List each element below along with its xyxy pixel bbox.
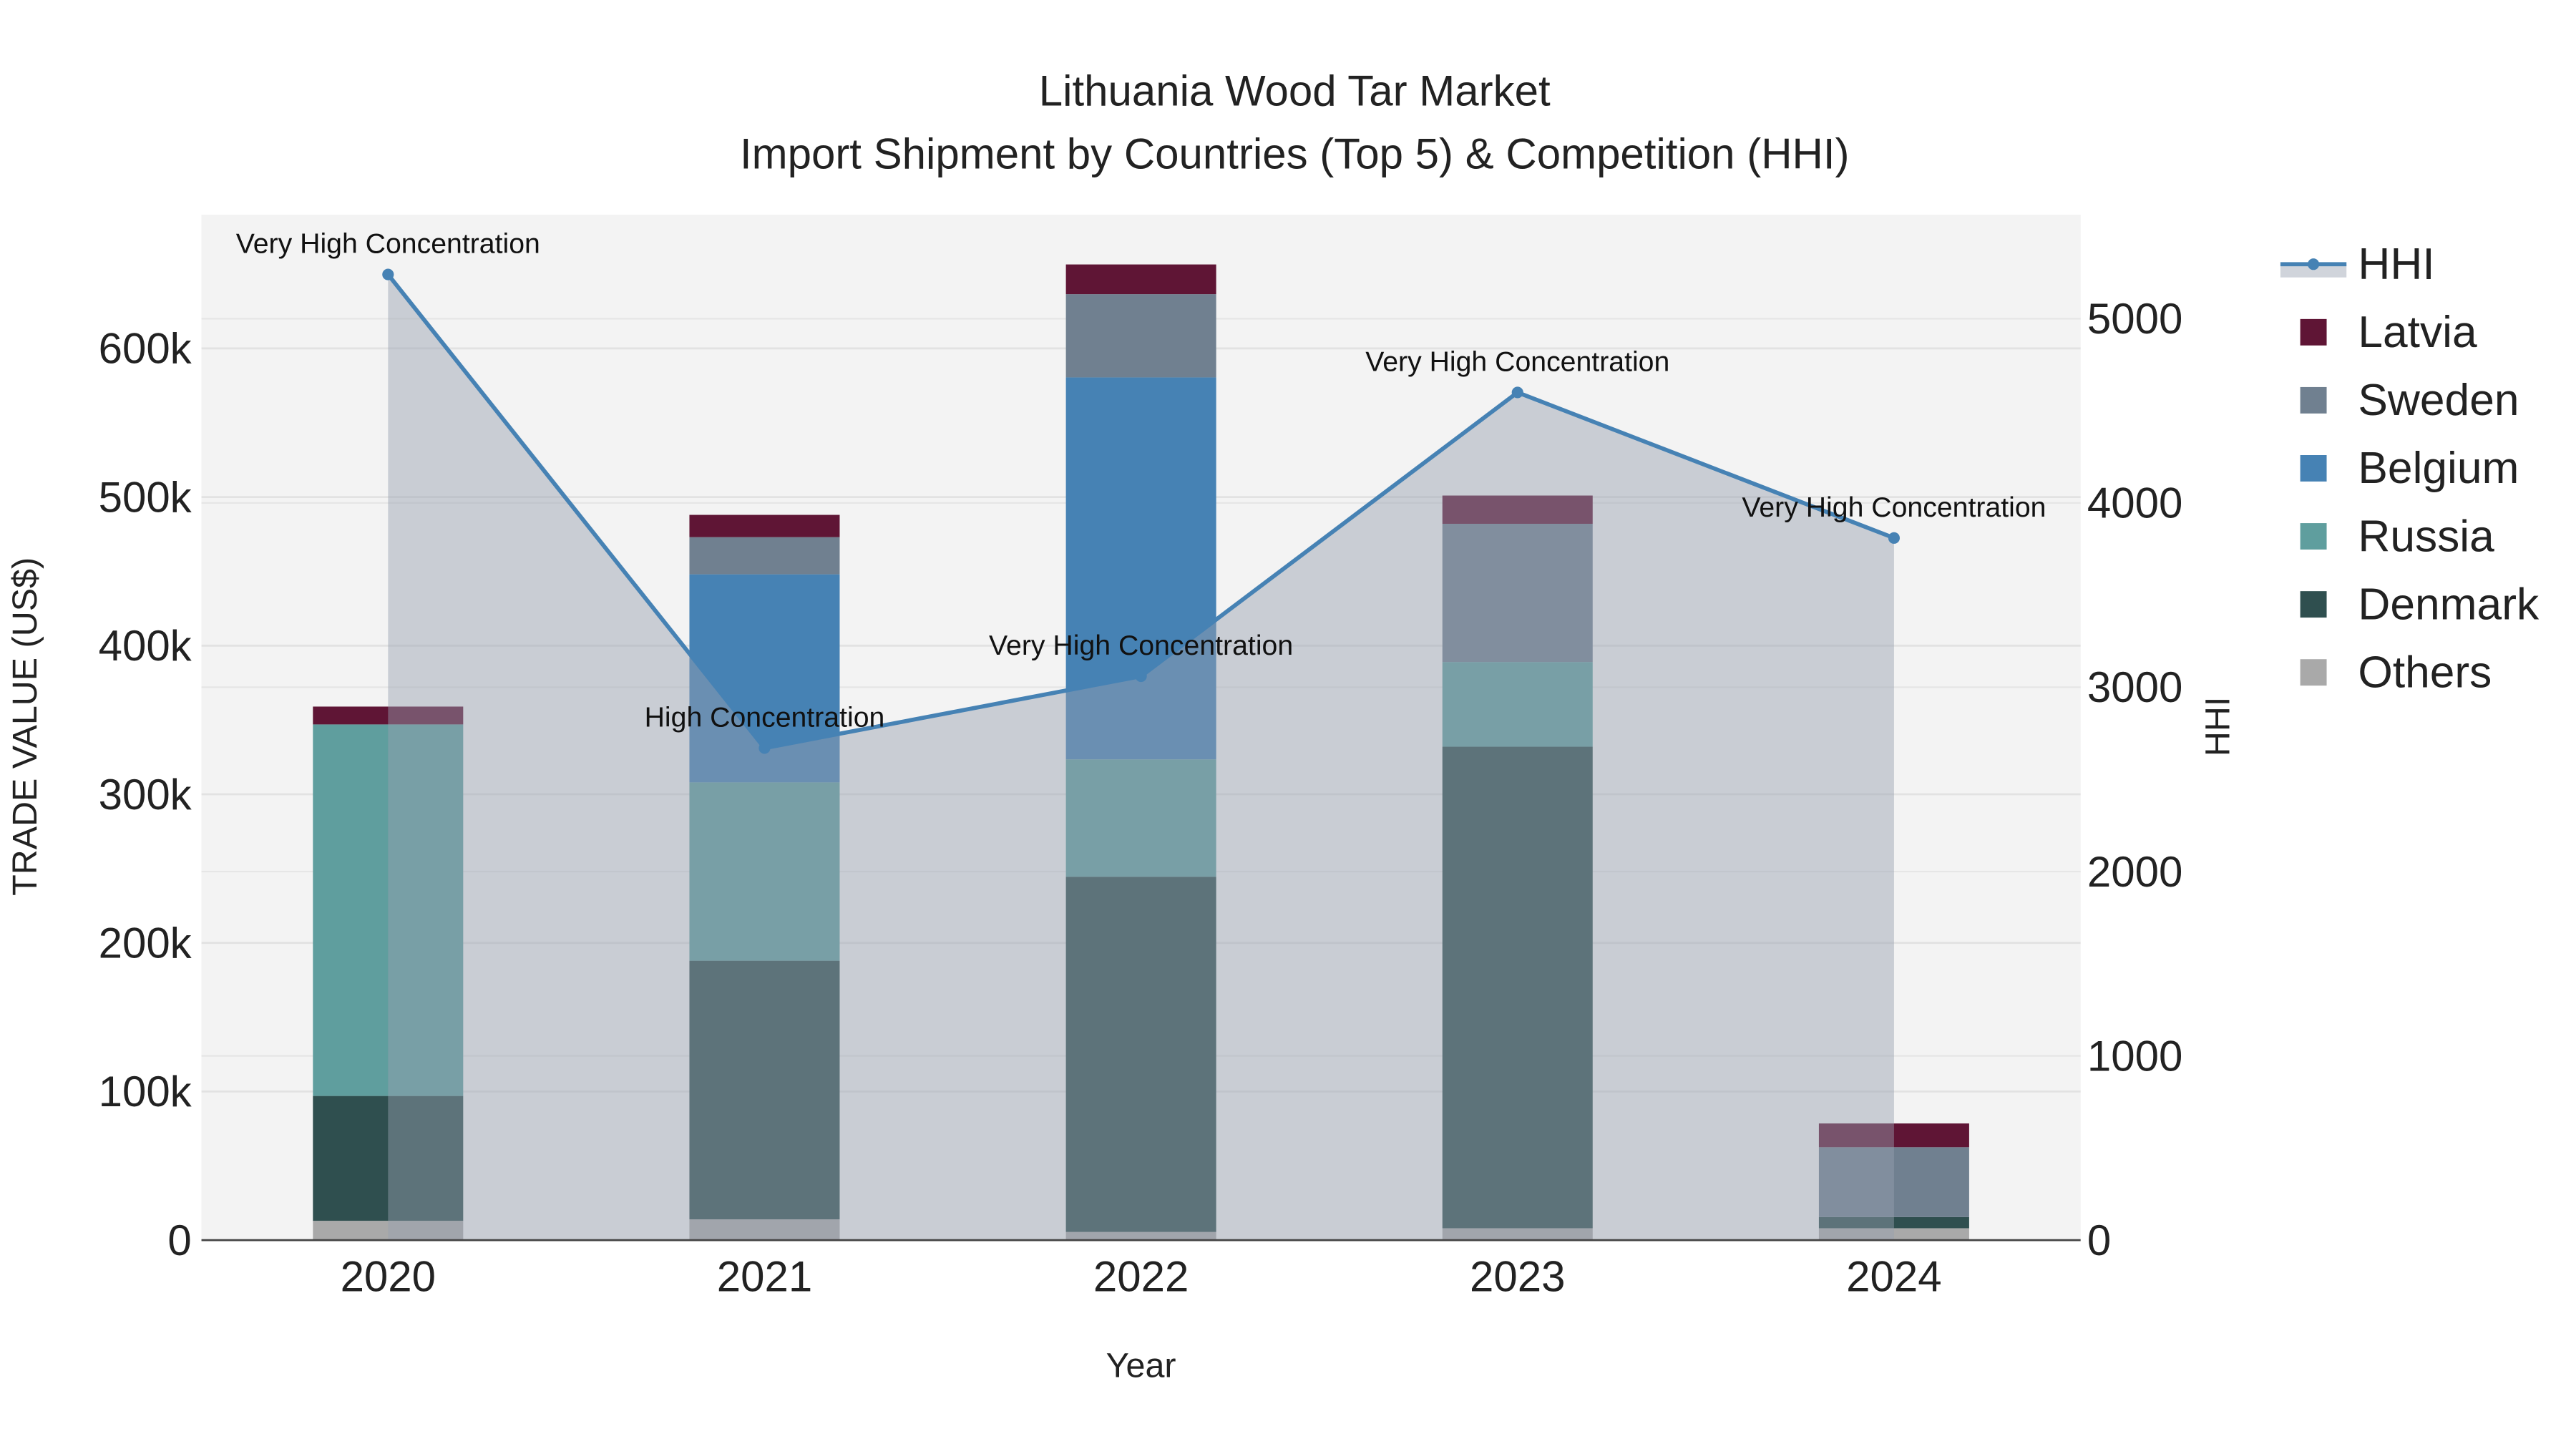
legend-swatch-sweden[interactable] (2300, 386, 2327, 414)
hhi-annotation: High Concentration (645, 701, 885, 733)
x-tick-label: 2021 (717, 1253, 812, 1301)
hhi-annotation: Very High Concentration (1365, 346, 1669, 377)
legend-label-denmark[interactable]: Denmark (2358, 580, 2540, 629)
chart-title: Lithuania Wood Tar Market (1039, 67, 1551, 115)
y-tick-label: 100k (99, 1068, 192, 1116)
y-tick-label: 0 (167, 1216, 191, 1264)
legend-hhi-marker (2308, 258, 2320, 270)
y2-tick-label: 5000 (2087, 295, 2182, 343)
legend-label-sweden[interactable]: Sweden (2358, 376, 2519, 425)
legend-label-others[interactable]: Others (2358, 648, 2492, 697)
y2-tick-label: 3000 (2087, 663, 2182, 711)
x-tick-label: 2023 (1470, 1253, 1565, 1301)
chart-subtitle: Import Shipment by Countries (Top 5) & C… (740, 130, 1850, 177)
legend-swatch-others[interactable] (2300, 659, 2327, 686)
y-axis-ticks: 0 100k 200k 300k 400k 500k 600k (99, 325, 192, 1264)
y-tick-label: 300k (99, 771, 192, 819)
y2-axis-ticks: 0 1000 2000 3000 4000 5000 (2087, 295, 2182, 1264)
x-tick-label: 2020 (341, 1253, 436, 1301)
x-axis-label: Year (1106, 1347, 1176, 1385)
legend-label-belgium[interactable]: Belgium (2358, 444, 2519, 493)
y2-tick-label: 4000 (2087, 479, 2182, 527)
hhi-point-2022[interactable] (1135, 670, 1147, 683)
hhi-point-2023[interactable] (1511, 386, 1523, 399)
x-tick-label: 2024 (1846, 1253, 1941, 1301)
legend-swatch-russia[interactable] (2300, 523, 2327, 550)
legend-label-latvia[interactable]: Latvia (2358, 308, 2477, 357)
hhi-annotation: Very High Concentration (236, 228, 540, 260)
chart: 0 100k 200k 300k 400k 500k 600k 0 1000 2000 3000 4… (6, 67, 2540, 1385)
bar-sweden-2021[interactable] (689, 537, 840, 575)
legend-label-hhi[interactable]: HHI (2358, 240, 2434, 289)
y2-tick-label: 1000 (2087, 1032, 2182, 1080)
x-tick-label: 2022 (1093, 1253, 1189, 1301)
bar-sweden-2022[interactable] (1065, 294, 1216, 378)
bar-latvia-2022[interactable] (1065, 264, 1216, 295)
y2-tick-label: 0 (2087, 1216, 2111, 1264)
hhi-point-2024[interactable] (1888, 532, 1900, 544)
hhi-point-2021[interactable] (758, 742, 771, 754)
legend-swatch-belgium[interactable] (2300, 455, 2327, 482)
y2-axis-label: HHI (2198, 697, 2237, 756)
legend: HHI Latvia Sweden Belgium Russia Denmark Other… (2280, 240, 2540, 697)
y-axis-label: TRADE VALUE (US$) (6, 557, 44, 896)
hhi-point-2020[interactable] (382, 268, 394, 280)
y-tick-label: 200k (99, 919, 192, 967)
legend-swatch-denmark[interactable] (2300, 591, 2327, 618)
x-axis-ticks: 2020 2021 2022 2023 2024 (341, 1253, 1942, 1301)
hhi-annotation: Very High Concentration (1742, 492, 2046, 523)
bar-latvia-2021[interactable] (689, 514, 840, 537)
hhi-annotation: Very High Concentration (989, 630, 1293, 661)
y-tick-label: 500k (99, 473, 192, 521)
legend-swatch-latvia[interactable] (2300, 318, 2327, 346)
legend-label-russia[interactable]: Russia (2358, 512, 2494, 561)
y2-tick-label: 2000 (2087, 848, 2182, 896)
y-tick-label: 600k (99, 325, 192, 373)
y-tick-label: 400k (99, 622, 192, 670)
